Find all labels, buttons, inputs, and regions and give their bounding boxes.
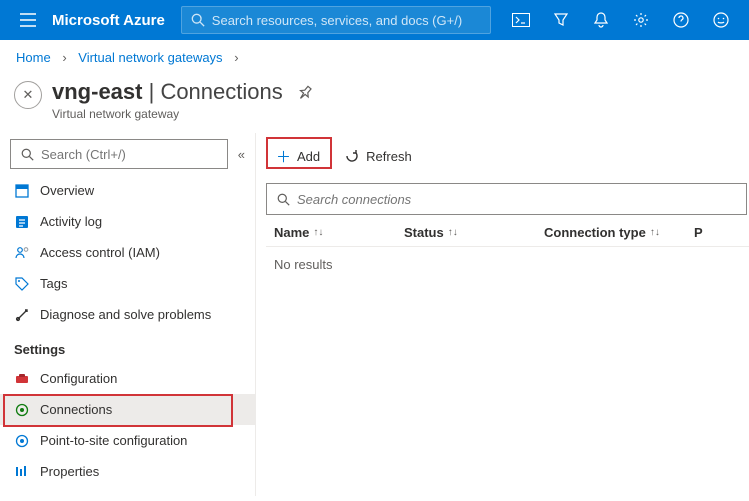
azure-topbar: Microsoft Azure bbox=[0, 0, 749, 40]
sidebar-item-activity-log[interactable]: Activity log bbox=[0, 206, 255, 237]
col-label: Name bbox=[274, 225, 309, 240]
sidebar-item-label: Activity log bbox=[40, 214, 102, 229]
feedback-icon[interactable] bbox=[701, 0, 741, 40]
resource-type-label: Virtual network gateway bbox=[52, 107, 283, 121]
add-button-label: Add bbox=[297, 149, 320, 164]
plus-icon: ＋ bbox=[276, 146, 291, 167]
help-icon[interactable] bbox=[661, 0, 701, 40]
filter-input[interactable] bbox=[297, 192, 738, 207]
settings-section-header: Settings bbox=[0, 330, 255, 363]
resource-menu: « Overview Activity log Access control (… bbox=[0, 133, 256, 496]
refresh-button[interactable]: Refresh bbox=[334, 142, 422, 170]
configuration-icon bbox=[14, 373, 30, 385]
breadcrumb-vng[interactable]: Virtual network gateways bbox=[78, 50, 222, 65]
no-results-label: No results bbox=[274, 257, 333, 272]
cloud-shell-icon[interactable] bbox=[501, 0, 541, 40]
resource-section: Connections bbox=[160, 79, 282, 104]
page-header: ✕ vng-east | Connections Virtual network… bbox=[0, 75, 749, 133]
filter-input-wrapper[interactable] bbox=[266, 183, 747, 215]
sidebar-item-properties[interactable]: Properties bbox=[0, 456, 255, 487]
chevron-right-icon: › bbox=[58, 50, 70, 65]
sidebar-item-label: Tags bbox=[40, 276, 67, 291]
refresh-icon bbox=[344, 148, 360, 164]
col-label: Connection type bbox=[544, 225, 646, 240]
toolbar: ＋ Add Refresh bbox=[266, 139, 749, 173]
sidebar-item-access-control[interactable]: Access control (IAM) bbox=[0, 237, 255, 268]
properties-icon bbox=[14, 465, 30, 478]
connections-icon bbox=[14, 403, 30, 417]
collapse-menu-button[interactable]: « bbox=[238, 147, 245, 162]
menu-search-input[interactable] bbox=[41, 147, 219, 162]
settings-icon[interactable] bbox=[621, 0, 661, 40]
breadcrumb: Home › Virtual network gateways › bbox=[0, 40, 749, 75]
col-status[interactable]: Status ↑↓ bbox=[404, 225, 544, 240]
brand-label: Microsoft Azure bbox=[48, 12, 181, 29]
tags-icon bbox=[14, 277, 30, 291]
sidebar-item-label: Properties bbox=[40, 464, 99, 479]
sidebar-item-label: Point-to-site configuration bbox=[40, 433, 187, 448]
sidebar-item-diagnose[interactable]: Diagnose and solve problems bbox=[0, 299, 255, 330]
sidebar-item-connections[interactable]: Connections bbox=[0, 394, 255, 425]
p2s-icon bbox=[14, 434, 30, 448]
hamburger-menu[interactable] bbox=[8, 0, 48, 40]
close-blade-button[interactable]: ✕ bbox=[14, 81, 42, 109]
search-icon bbox=[190, 13, 206, 27]
pin-icon[interactable] bbox=[297, 85, 313, 101]
col-extra[interactable]: P bbox=[694, 225, 714, 240]
notifications-icon[interactable] bbox=[581, 0, 621, 40]
table-header: Name ↑↓ Status ↑↓ Connection type ↑↓ P bbox=[266, 215, 749, 247]
page-title: vng-east | Connections bbox=[52, 79, 283, 105]
sidebar-item-label: Access control (IAM) bbox=[40, 245, 160, 260]
sort-icon: ↑↓ bbox=[313, 228, 323, 238]
activity-log-icon bbox=[14, 215, 30, 229]
sort-icon: ↑↓ bbox=[448, 228, 458, 238]
connections-panel: ＋ Add Refresh Name ↑↓ Status ↑↓ bbox=[256, 133, 749, 496]
overview-icon bbox=[14, 184, 30, 198]
iam-icon bbox=[14, 246, 30, 259]
col-type[interactable]: Connection type ↑↓ bbox=[544, 225, 694, 240]
sort-icon: ↑↓ bbox=[650, 228, 660, 238]
refresh-button-label: Refresh bbox=[366, 149, 412, 164]
col-label: P bbox=[694, 225, 703, 240]
sidebar-item-label: Configuration bbox=[40, 371, 117, 386]
global-search[interactable] bbox=[181, 6, 491, 34]
search-icon bbox=[19, 148, 35, 161]
chevron-right-icon: › bbox=[230, 50, 242, 65]
sidebar-item-label: Overview bbox=[40, 183, 94, 198]
sidebar-item-label: Diagnose and solve problems bbox=[40, 307, 211, 322]
resource-name: vng-east bbox=[52, 79, 142, 104]
col-label: Status bbox=[404, 225, 444, 240]
global-search-input[interactable] bbox=[212, 13, 482, 28]
sidebar-item-overview[interactable]: Overview bbox=[0, 175, 255, 206]
sidebar-item-label: Connections bbox=[40, 402, 112, 417]
breadcrumb-home[interactable]: Home bbox=[16, 50, 51, 65]
sidebar-item-configuration[interactable]: Configuration bbox=[0, 363, 255, 394]
diagnose-icon bbox=[14, 308, 30, 322]
sidebar-item-tags[interactable]: Tags bbox=[0, 268, 255, 299]
col-name[interactable]: Name ↑↓ bbox=[274, 225, 404, 240]
sidebar-item-p2s-config[interactable]: Point-to-site configuration bbox=[0, 425, 255, 456]
search-icon bbox=[275, 193, 291, 206]
add-button[interactable]: ＋ Add bbox=[266, 140, 330, 173]
directory-filter-icon[interactable] bbox=[541, 0, 581, 40]
table-body: No results bbox=[266, 247, 749, 282]
menu-search[interactable] bbox=[10, 139, 228, 169]
